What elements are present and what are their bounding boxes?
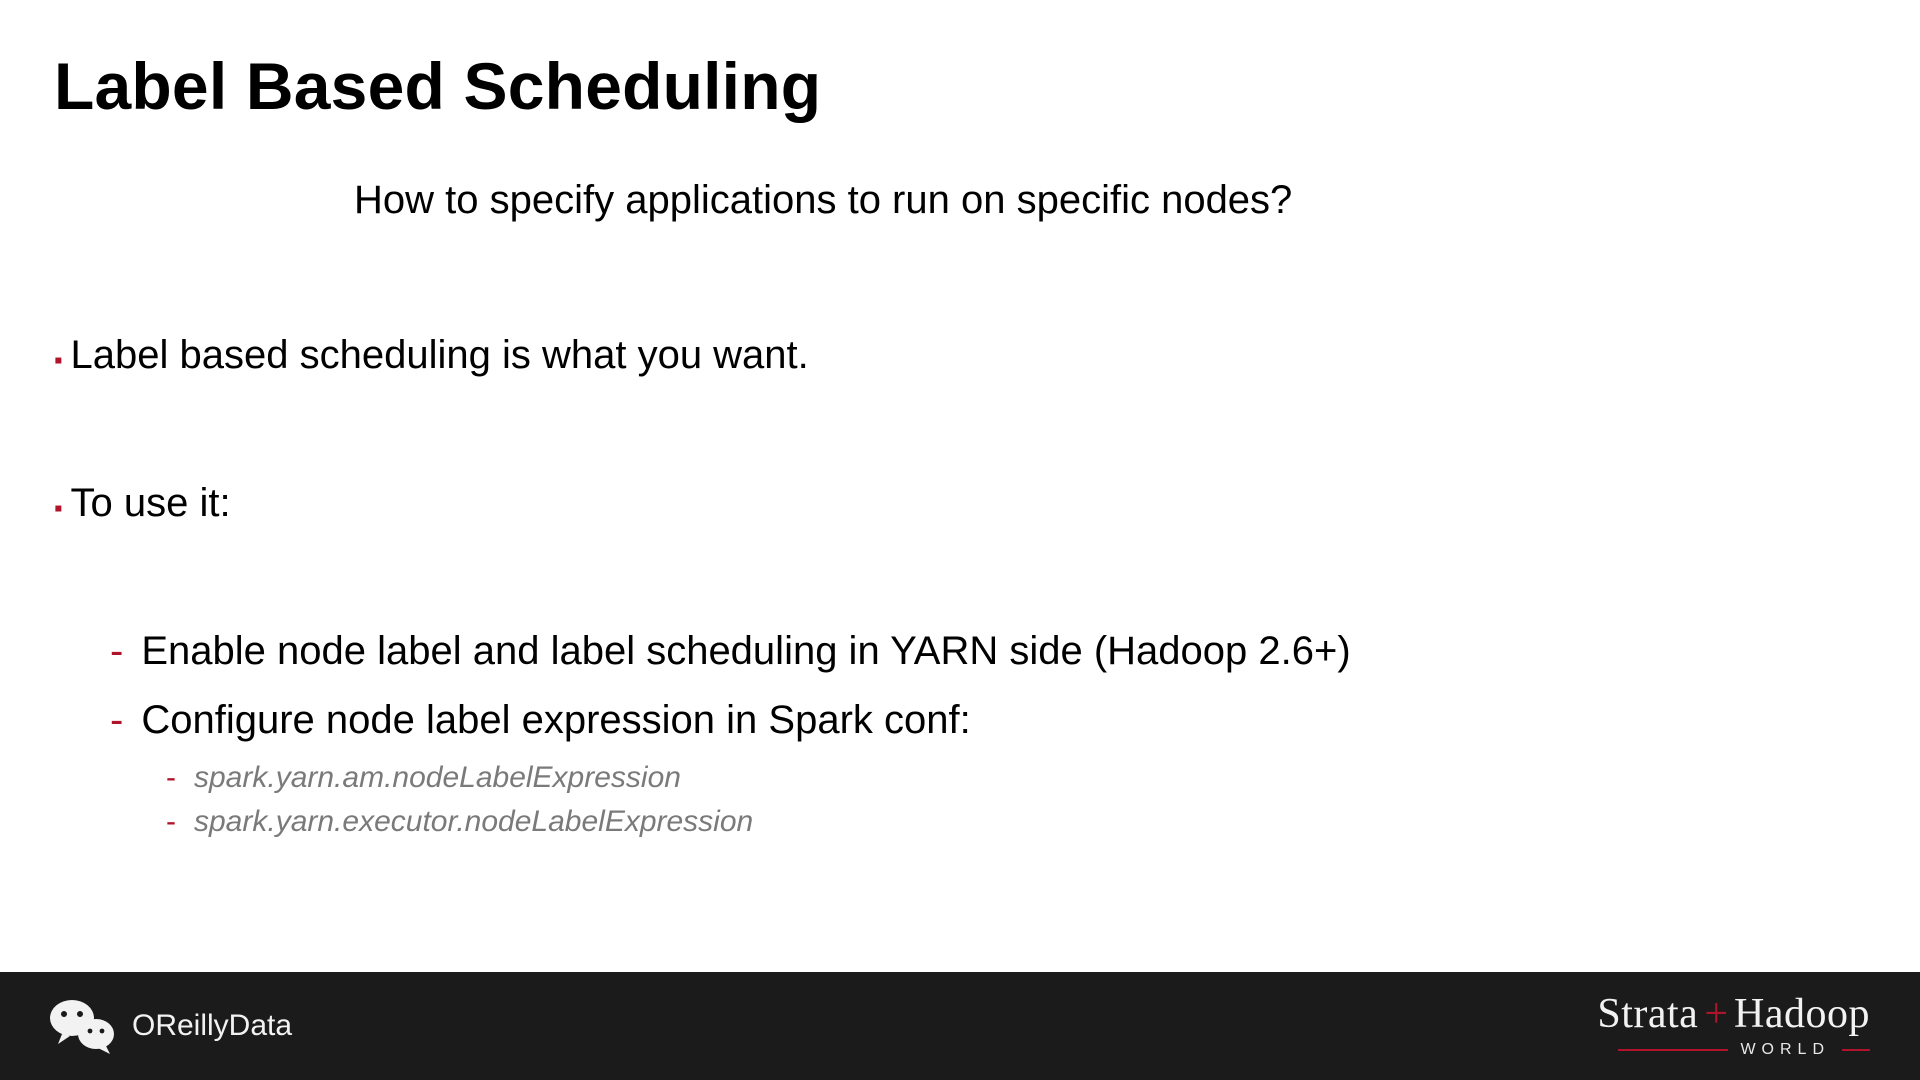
brand-subtitle-row: WORLD [1618,1041,1870,1059]
brand-plus-icon: + [1704,993,1728,1035]
bullet-dash-icon: - [166,761,176,795]
slide-title: Label Based Scheduling [54,48,1866,124]
slide: Label Based Scheduling How to specify ap… [0,0,1920,1080]
bullet-level3-group: - spark.yarn.am.nodeLabelExpression - sp… [166,761,1866,839]
brand-title: Strata + Hadoop [1597,993,1870,1035]
bullet-level1: ▪ To use it: [54,481,1866,529]
bullet-square-icon: ▪ [54,489,63,529]
bullet-dash-icon: - [166,805,176,839]
bullet-text: spark.yarn.am.nodeLabelExpression [194,761,681,795]
slide-footer: OReillyData Strata + Hadoop WORLD [0,972,1920,1080]
footer-right-brand: Strata + Hadoop WORLD [1597,993,1870,1059]
bullet-text: Label based scheduling is what you want. [71,333,809,378]
bullet-level1: ▪ Label based scheduling is what you wan… [54,333,1866,381]
bullet-level2-group: - Enable node label and label scheduling… [110,629,1866,839]
brand-strata-text: Strata [1597,993,1698,1035]
bullet-level2: - Configure node label expression in Spa… [110,698,1866,743]
brand-hadoop-text: Hadoop [1734,993,1870,1035]
bullet-dash-icon: - [110,629,123,674]
bullet-text: Configure node label expression in Spark… [141,698,970,743]
bullet-level2: - Enable node label and label scheduling… [110,629,1866,674]
brand-rule-icon [1842,1049,1870,1051]
bullet-text: Enable node label and label scheduling i… [141,629,1350,674]
brand-world-text: WORLD [1740,1041,1830,1059]
bullet-text: To use it: [71,481,231,526]
bullet-dash-icon: - [110,698,123,743]
bullet-square-icon: ▪ [54,341,63,381]
footer-left-text: OReillyData [132,1009,292,1043]
footer-left: OReillyData [50,998,292,1054]
slide-subtitle: How to specify applications to run on sp… [354,178,1866,223]
bullet-text: spark.yarn.executor.nodeLabelExpression [194,805,753,839]
bullet-level3: - spark.yarn.executor.nodeLabelExpressio… [166,805,1866,839]
wechat-icon [50,998,114,1054]
bullet-list: ▪ Label based scheduling is what you wan… [54,333,1866,839]
slide-content: Label Based Scheduling How to specify ap… [54,48,1866,839]
brand-rule-icon [1618,1049,1728,1051]
bullet-level3: - spark.yarn.am.nodeLabelExpression [166,761,1866,795]
